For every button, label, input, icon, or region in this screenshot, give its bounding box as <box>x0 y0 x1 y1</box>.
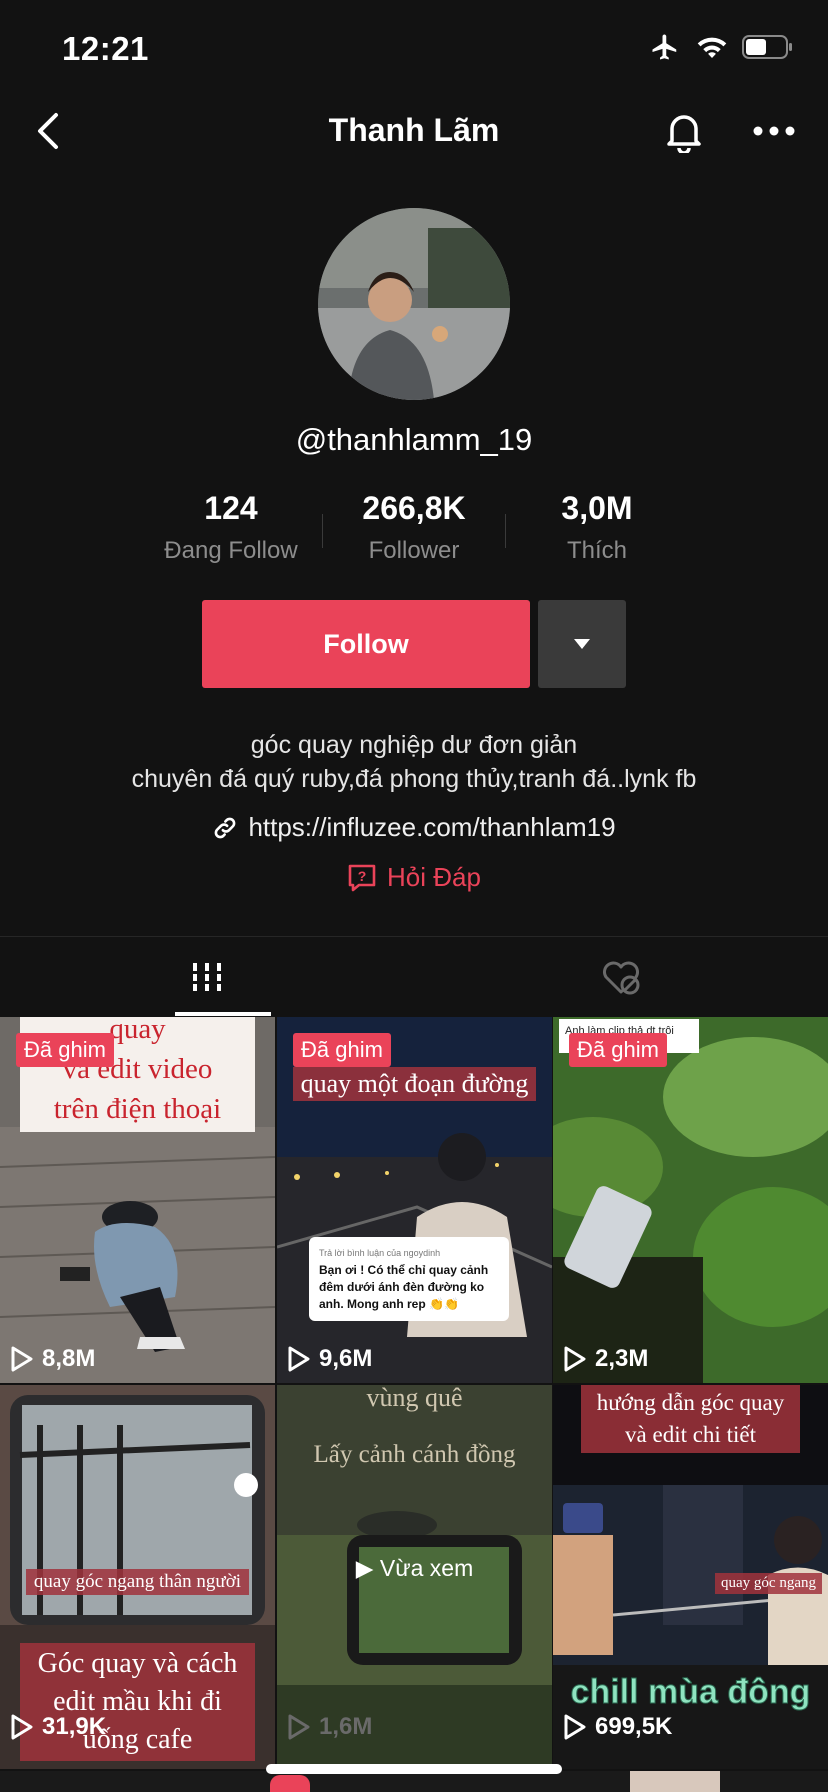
tab-liked[interactable] <box>414 937 828 1017</box>
view-count-text: 31,9K <box>42 1713 107 1740</box>
pinned-badge: Đã ghim <box>293 1033 391 1067</box>
video-caption-main: Lấy cảnh cánh đồng <box>313 1441 516 1468</box>
following-count: 124 <box>204 490 258 526</box>
suggested-accounts-button[interactable] <box>538 600 626 688</box>
video-caption-main: chill mùa đông <box>570 1673 811 1712</box>
view-count-text: 9,6M <box>319 1345 373 1372</box>
followers-stat[interactable]: 266,8K Follower <box>323 490 505 570</box>
likes-label: Thích <box>566 537 628 564</box>
svg-text:?: ? <box>358 868 367 884</box>
view-count: 1,6M <box>287 1713 372 1741</box>
video-thumbnail[interactable]: quay góc ngang thân người Góc quay và cá… <box>0 1385 275 1769</box>
following-label: Đang Follow <box>164 537 298 564</box>
play-icon <box>564 1346 586 1372</box>
liked-hidden-icon <box>603 961 640 995</box>
video-caption: hướng dẫn góc quay và edit chi tiết <box>553 1385 828 1453</box>
tab-videos[interactable] <box>0 937 414 1017</box>
likes-count: 3,0M <box>561 490 633 526</box>
view-count-text: 8,8M <box>42 1345 96 1372</box>
following-stat[interactable]: 124 Đang Follow <box>140 490 322 570</box>
profile-stats: 124 Đang Follow 266,8K Follower 3,0M Thí… <box>140 490 688 570</box>
more-options-button[interactable] <box>750 106 798 156</box>
username: @thanhlamm_19 <box>295 422 533 457</box>
pinned-badge: Đã ghim <box>569 1033 667 1067</box>
video-caption: vùng quê <box>366 1385 463 1412</box>
video-caption-main: Góc quay và cách edit mầu khi đi uống ca… <box>0 1643 275 1761</box>
more-horizontal-icon <box>753 126 795 136</box>
bio-line: góc quay nghiệp dư đơn giản <box>250 731 578 759</box>
home-indicator[interactable] <box>266 1764 562 1774</box>
comment-header: Trả lời bình luận của ngoydinh <box>319 1248 441 1258</box>
reply-comment-card: Trả lời bình luận của ngoydinh Bạn ơi ! … <box>309 1237 509 1321</box>
video-caption: quay một đoạn đường <box>277 1067 552 1101</box>
play-icon <box>11 1714 33 1740</box>
view-count: 31,9K <box>10 1713 106 1741</box>
thumbnail-image <box>553 1017 828 1383</box>
caret-down-icon <box>574 639 590 649</box>
follow-button[interactable]: Follow <box>202 600 530 688</box>
play-icon <box>11 1346 33 1372</box>
wifi-icon <box>696 34 728 65</box>
qa-button[interactable]: ? Hỏi Đáp <box>0 862 828 893</box>
link-icon <box>215 817 236 838</box>
status-icons <box>648 32 794 67</box>
profile-tabs <box>0 936 828 1016</box>
view-count: 2,3M <box>563 1345 648 1373</box>
view-count-text: 699,5K <box>595 1713 673 1740</box>
profile-link[interactable]: https://influzee.com/thanhlam19 <box>0 812 828 843</box>
recently-watched-label: ▶ Vừa xem <box>277 1555 552 1582</box>
likes-stat[interactable]: 3,0M Thích <box>506 490 688 570</box>
play-icon <box>564 1714 586 1740</box>
comment-text: Bạn ơi ! Có thể chỉ quay cảnh đêm dưới á… <box>319 1263 489 1311</box>
status-bar: 12:21 <box>0 0 828 100</box>
view-count: 699,5K <box>563 1713 672 1741</box>
video-thumbnail[interactable]: quay một đoạn đường Trả lời bình luận củ… <box>277 1017 552 1383</box>
followers-label: Follower <box>368 537 460 564</box>
qa-label: Hỏi Đáp <box>387 862 481 892</box>
grid-icon <box>193 963 221 991</box>
avatar[interactable] <box>318 208 510 400</box>
video-thumbnail[interactable]: hướng dẫn góc quay và edit chi tiết quay… <box>553 1385 828 1769</box>
status-time: 12:21 <box>62 30 149 67</box>
next-row-peek <box>0 1771 828 1792</box>
view-count-text: 2,3M <box>595 1345 649 1372</box>
notification-button[interactable] <box>660 106 708 156</box>
nav-bar: Thanh Lãm <box>0 100 828 162</box>
view-count: 8,8M <box>10 1345 95 1373</box>
video-thumbnail[interactable]: quay và edit video trên điện thoại Đã gh… <box>0 1017 275 1383</box>
view-count: 9,6M <box>287 1345 372 1373</box>
tab-indicator <box>175 1012 271 1016</box>
link-text: https://influzee.com/thanhlam19 <box>248 812 616 842</box>
play-icon <box>288 1714 310 1740</box>
recently-watched-text: Vừa xem <box>379 1555 474 1581</box>
video-thumbnail[interactable]: Anh làm clip thả dt trôi Đã ghim 2,3M <box>553 1017 828 1383</box>
pinned-badge: Đã ghim <box>16 1033 114 1067</box>
play-icon: ▶ <box>355 1555 374 1581</box>
play-icon <box>288 1346 310 1372</box>
video-caption: quay góc ngang thân người <box>0 1569 275 1595</box>
followers-count: 266,8K <box>362 490 466 526</box>
video-thumbnail[interactable]: vùng quê Lấy cảnh cánh đồng ▶ Vừa xem 1,… <box>277 1385 552 1769</box>
question-chat-icon: ? <box>348 864 376 891</box>
bell-icon <box>667 115 701 153</box>
bio: góc quay nghiệp dư đơn giản chuyên đá qu… <box>0 728 828 796</box>
battery-icon <box>742 34 794 65</box>
airplane-mode-icon <box>648 32 682 67</box>
view-count-text: 1,6M <box>319 1713 373 1740</box>
bio-line: chuyên đá quý ruby,đá phong thủy,tranh đ… <box>131 765 697 793</box>
video-caption-side: quay góc ngang <box>715 1573 822 1594</box>
video-grid: quay và edit video trên điện thoại Đã gh… <box>0 1017 828 1792</box>
